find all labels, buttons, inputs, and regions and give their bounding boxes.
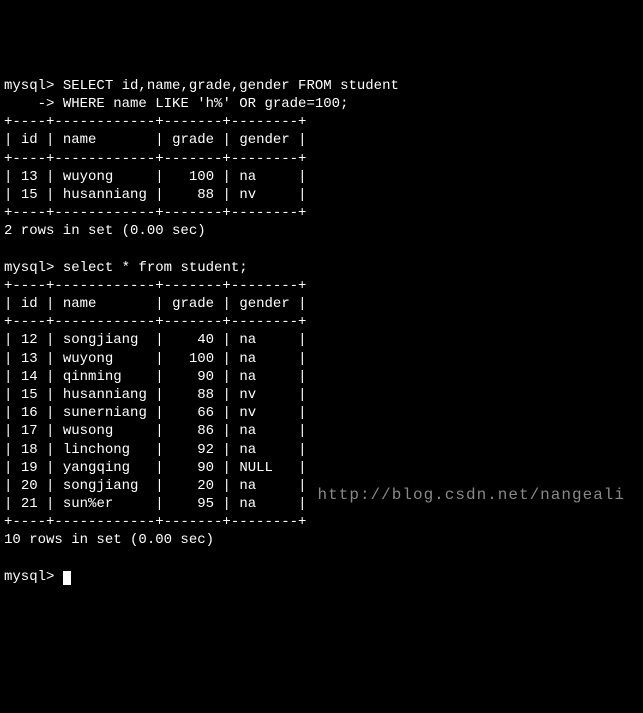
table1-row: | 15 | husanniang | 88 | nv | [4, 187, 307, 203]
cell: na [239, 496, 256, 512]
cell: nv [239, 187, 256, 203]
cell: na [239, 478, 256, 494]
cell: wusong [63, 423, 113, 439]
cell: 86 [197, 423, 214, 439]
cell: 20 [21, 478, 38, 494]
cell: 13 [21, 169, 38, 185]
cell: 88 [197, 187, 214, 203]
table2-row: | 17 | wusong | 86 | na | [4, 423, 307, 439]
col-name: name [63, 296, 97, 312]
col-gender: gender [239, 296, 289, 312]
table2-row: | 20 | songjiang | 20 | na | [4, 478, 307, 494]
cell: 18 [21, 442, 38, 458]
table2-row: | 16 | sunerniang | 66 | nv | [4, 405, 307, 421]
cell: husanniang [63, 187, 147, 203]
cell: 90 [197, 369, 214, 385]
table2-summary: 10 rows in set (0.00 sec) [4, 532, 214, 548]
table2-row: | 14 | qinming | 90 | na | [4, 369, 307, 385]
query2: select * from student; [54, 260, 247, 276]
cell: 17 [21, 423, 38, 439]
col-id: id [21, 132, 38, 148]
table1-border-bottom: +----+------------+-------+--------+ [4, 205, 306, 221]
table1-summary: 2 rows in set (0.00 sec) [4, 223, 206, 239]
prompt: mysql> [4, 260, 54, 276]
query1-line1: SELECT id,name,grade,gender FROM student [54, 78, 398, 94]
cell: 88 [197, 387, 214, 403]
cell: 15 [21, 387, 38, 403]
cell: na [239, 169, 256, 185]
cell: 40 [197, 332, 214, 348]
cell: nv [239, 387, 256, 403]
cell: 13 [21, 351, 38, 367]
table2-row: | 19 | yangqing | 90 | NULL | [4, 460, 307, 476]
cell: NULL [239, 460, 273, 476]
table2-row: | 18 | linchong | 92 | na | [4, 442, 307, 458]
cell: linchong [63, 442, 130, 458]
prompt: mysql> [4, 569, 54, 585]
cell: sunerniang [63, 405, 147, 421]
watermark-text: http://blog.csdn.net/nangeali [318, 485, 625, 506]
cell: husanniang [63, 387, 147, 403]
cell: 15 [21, 187, 38, 203]
cell: songjiang [63, 478, 139, 494]
prompt: mysql> [4, 78, 54, 94]
cell: 16 [21, 405, 38, 421]
cell: qinming [63, 369, 122, 385]
cell: wuyong [63, 351, 113, 367]
terminal-output: mysql> SELECT id,name,grade,gender FROM … [4, 77, 639, 586]
cell: 90 [197, 460, 214, 476]
cell: 92 [197, 442, 214, 458]
query1-line2: WHERE name LIKE 'h%' OR grade=100; [54, 96, 348, 112]
table2-row: | 15 | husanniang | 88 | nv | [4, 387, 307, 403]
cell: 19 [21, 460, 38, 476]
cell: wuyong [63, 169, 113, 185]
cell: 21 [21, 496, 38, 512]
table2-border-bottom: +----+------------+-------+--------+ [4, 514, 306, 530]
cell: 20 [197, 478, 214, 494]
continuation-prompt: -> [4, 96, 54, 112]
col-grade: grade [172, 132, 214, 148]
cell: na [239, 442, 256, 458]
cell: 66 [197, 405, 214, 421]
cell: sun%er [63, 496, 113, 512]
col-grade: grade [172, 296, 214, 312]
table2-row: | 21 | sun%er | 95 | na | [4, 496, 307, 512]
table1-row: | 13 | wuyong | 100 | na | [4, 169, 307, 185]
cell: 100 [189, 169, 214, 185]
col-id: id [21, 296, 38, 312]
cell: na [239, 332, 256, 348]
cell: 100 [189, 351, 214, 367]
cell: 14 [21, 369, 38, 385]
cell: 12 [21, 332, 38, 348]
cell: na [239, 369, 256, 385]
table2-border-top: +----+------------+-------+--------+ [4, 278, 306, 294]
col-name: name [63, 132, 97, 148]
table2-header: | id | name | grade | gender | [4, 296, 307, 312]
table2-row: | 12 | songjiang | 40 | na | [4, 332, 307, 348]
cell: songjiang [63, 332, 139, 348]
table2-row: | 13 | wuyong | 100 | na | [4, 351, 307, 367]
table2-border-mid: +----+------------+-------+--------+ [4, 314, 306, 330]
cell: 95 [197, 496, 214, 512]
table1-border-top: +----+------------+-------+--------+ [4, 114, 306, 130]
cell: yangqing [63, 460, 130, 476]
cell: na [239, 423, 256, 439]
cell: na [239, 351, 256, 367]
table1-header: | id | name | grade | gender | [4, 132, 307, 148]
cell: nv [239, 405, 256, 421]
cursor-icon[interactable] [63, 571, 71, 585]
table1-border-mid: +----+------------+-------+--------+ [4, 151, 306, 167]
col-gender: gender [239, 132, 289, 148]
